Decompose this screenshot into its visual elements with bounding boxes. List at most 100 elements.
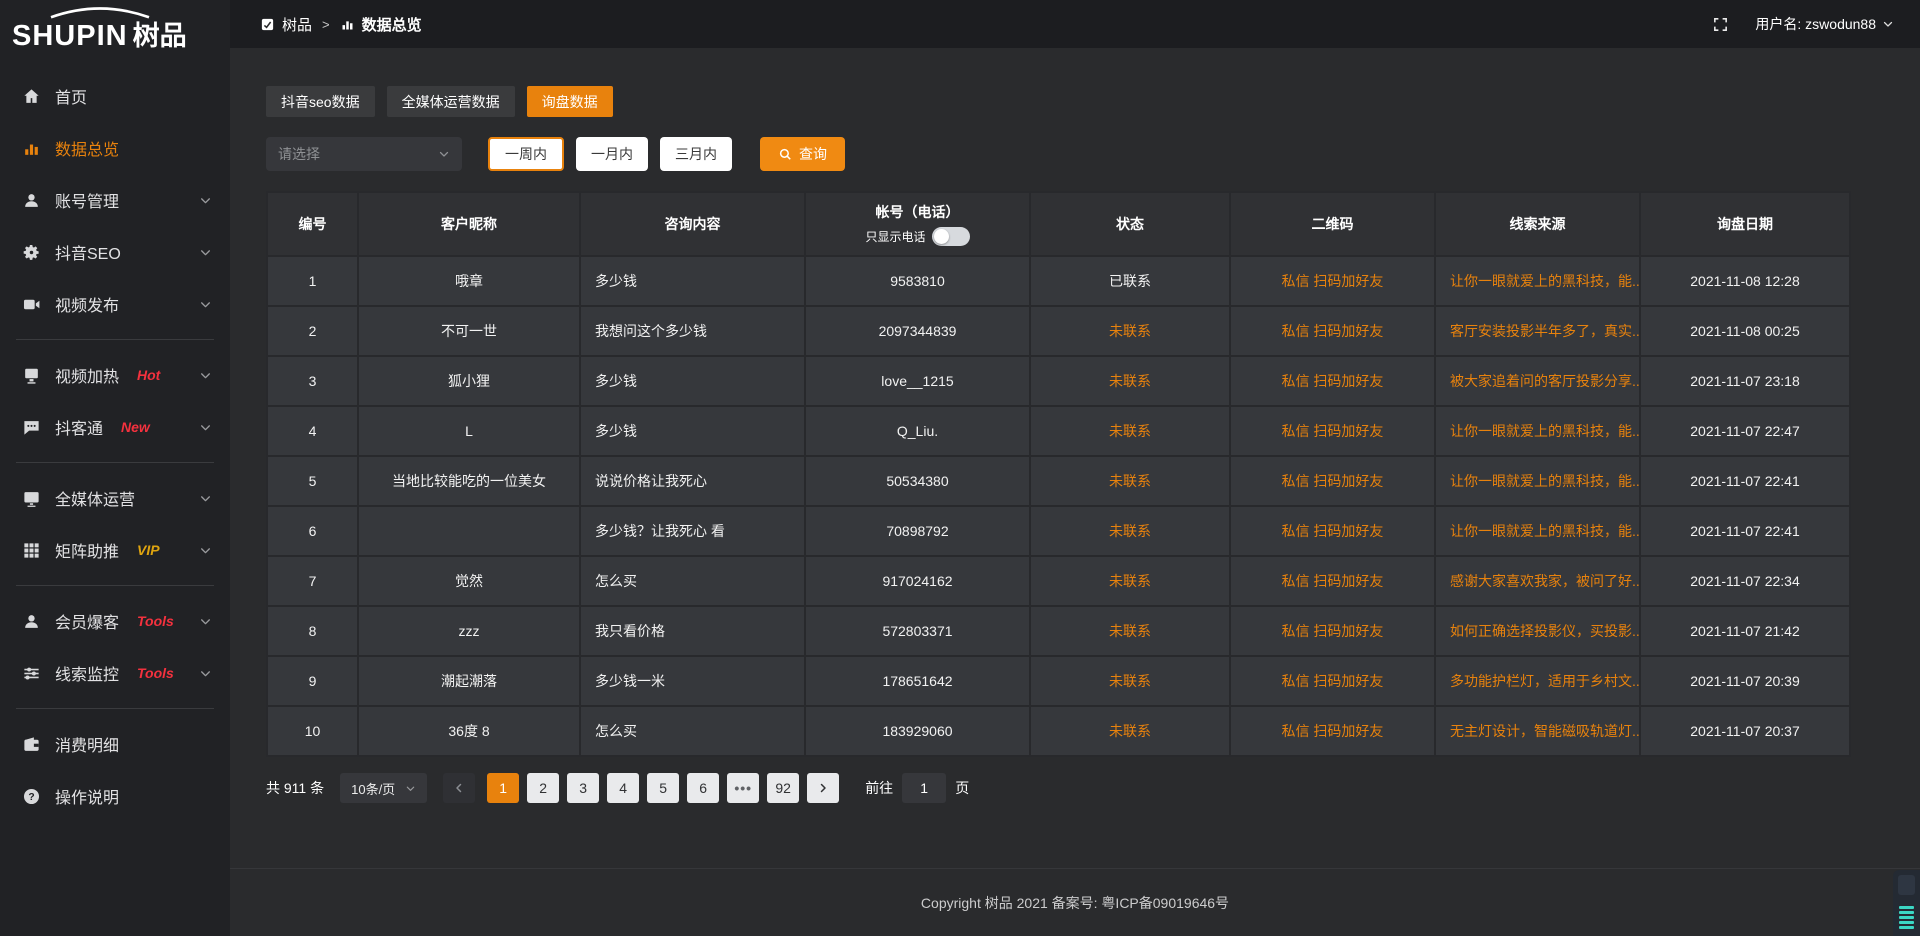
- cell-content: 多少钱？让我死心 看: [580, 506, 805, 556]
- cell-source-link[interactable]: 让你一眼就爱上的黑科技，能...: [1435, 256, 1640, 306]
- fullscreen-icon[interactable]: [1712, 16, 1729, 33]
- cell-qr-links[interactable]: 私信 扫码加好友: [1230, 606, 1435, 656]
- cell-qr-links[interactable]: 私信 扫码加好友: [1230, 256, 1435, 306]
- pagination: 共 911 条 10条/页 123456•••92 前往 页: [266, 773, 1884, 803]
- sidebar-item-media-operation[interactable]: 全媒体运营: [0, 472, 230, 524]
- page-button-2[interactable]: 2: [527, 773, 559, 803]
- cell-qr-links[interactable]: 私信 扫码加好友: [1230, 356, 1435, 406]
- username-label: 用户名:: [1755, 14, 1801, 34]
- cell-qr-links[interactable]: 私信 扫码加好友: [1230, 506, 1435, 556]
- sidebar-item-account-management[interactable]: 账号管理: [0, 174, 230, 226]
- sidebar-item-data-overview[interactable]: 数据总览: [0, 122, 230, 174]
- page-button-1[interactable]: 1: [487, 773, 519, 803]
- sidebar-item-home[interactable]: 首页: [0, 70, 230, 122]
- page-button-5[interactable]: 5: [647, 773, 679, 803]
- sidebar-item-operation-guide[interactable]: ?操作说明: [0, 770, 230, 822]
- cell-content: 我只看价格: [580, 606, 805, 656]
- chevron-down-icon: [199, 615, 212, 628]
- chevron-left-icon: [453, 782, 465, 794]
- chevron-down-icon: [199, 369, 212, 382]
- breadcrumb-app-icon: [260, 17, 275, 32]
- cell-id: 9: [267, 656, 358, 706]
- floating-widget[interactable]: [1893, 870, 1920, 936]
- range-buttons: 一周内一月内三月内: [488, 137, 732, 171]
- sidebar-item-label: 视频发布: [55, 292, 119, 316]
- sidebar-item-video-publish[interactable]: 视频发布: [0, 278, 230, 330]
- range-button-three-months[interactable]: 三月内: [660, 137, 732, 171]
- sidebar-item-member-baoke[interactable]: 会员爆客Tools: [0, 595, 230, 647]
- cell-qr-links[interactable]: 私信 扫码加好友: [1230, 406, 1435, 456]
- sidebar-item-label: 全媒体运营: [55, 486, 135, 510]
- cell-source-link[interactable]: 无主灯设计，智能磁吸轨道灯...: [1435, 706, 1640, 756]
- sidebar-item-clue-monitor[interactable]: 线索监控Tools: [0, 647, 230, 699]
- cell-source-link[interactable]: 让你一眼就爱上的黑科技，能...: [1435, 456, 1640, 506]
- prev-page-button[interactable]: [443, 773, 475, 803]
- cell-source-link[interactable]: 让你一眼就爱上的黑科技，能...: [1435, 506, 1640, 556]
- cell-source-link[interactable]: 感谢大家喜欢我家，被问了好...: [1435, 556, 1640, 606]
- next-page-button[interactable]: [807, 773, 839, 803]
- tab-media-operation-data[interactable]: 全媒体运营数据: [387, 86, 515, 117]
- page-button-4[interactable]: 4: [607, 773, 639, 803]
- cell-date: 2021-11-07 22:47: [1640, 406, 1850, 456]
- sidebar-item-consumption-detail[interactable]: 消费明细: [0, 718, 230, 770]
- sidebar-item-video-heat[interactable]: 视频加热Hot: [0, 349, 230, 401]
- floating-widget-panel: [1898, 875, 1915, 895]
- goto-page: 前往 页: [865, 773, 969, 803]
- cell-source-link[interactable]: 被大家追着问的客厅投影分享...: [1435, 356, 1640, 406]
- page-button-92[interactable]: 92: [767, 773, 799, 803]
- cell-nickname: L: [358, 406, 580, 456]
- cell-content: 怎么买: [580, 556, 805, 606]
- cell-source-link[interactable]: 让你一眼就爱上的黑科技，能...: [1435, 406, 1640, 456]
- cell-qr-links[interactable]: 私信 扫码加好友: [1230, 706, 1435, 756]
- table-row: 6多少钱？让我死心 看70898792未联系私信 扫码加好友让你一眼就爱上的黑科…: [267, 506, 1850, 556]
- chevron-down-icon[interactable]: [1882, 18, 1894, 30]
- sidebar-item-douketong[interactable]: 抖客通New: [0, 401, 230, 453]
- cell-date: 2021-11-07 22:41: [1640, 506, 1850, 556]
- cell-source-link[interactable]: 客厅安装投影半年多了，真实...: [1435, 306, 1640, 356]
- cell-id: 1: [267, 256, 358, 306]
- toggle-knob: [934, 229, 949, 244]
- page-size-select[interactable]: 10条/页: [340, 773, 427, 803]
- cell-nickname: 当地比较能吃的一位美女: [358, 456, 580, 506]
- cell-qr-links[interactable]: 私信 扫码加好友: [1230, 456, 1435, 506]
- cell-qr-links[interactable]: 私信 扫码加好友: [1230, 656, 1435, 706]
- user-area: 用户名: zswodun88: [1712, 14, 1894, 34]
- tab-douyin-seo-data[interactable]: 抖音seo数据: [266, 86, 375, 117]
- cell-nickname: 潮起潮落: [358, 656, 580, 706]
- page-list: 123456 ••• 92: [487, 773, 799, 803]
- range-button-one-month[interactable]: 一月内: [576, 137, 648, 171]
- search-button[interactable]: 查询: [760, 137, 845, 171]
- chevron-down-icon: [199, 194, 212, 207]
- grid-icon: [22, 541, 41, 560]
- table-row: 5当地比较能吃的一位美女说说价格让我死心50534380未联系私信 扫码加好友让…: [267, 456, 1850, 506]
- sidebar-item-matrix-boost[interactable]: 矩阵助推VIP: [0, 524, 230, 576]
- cell-account: 178651642: [805, 656, 1030, 706]
- cell-content: 说说价格让我死心: [580, 456, 805, 506]
- cell-source-link[interactable]: 多功能护栏灯，适用于乡村文...: [1435, 656, 1640, 706]
- cell-date: 2021-11-07 23:18: [1640, 356, 1850, 406]
- phone-only-toggle[interactable]: [932, 227, 970, 246]
- username-value[interactable]: zswodun88: [1805, 16, 1876, 32]
- sidebar-item-label: 抖音SEO: [55, 240, 121, 264]
- goto-page-input[interactable]: [902, 773, 946, 803]
- cell-content: 多少钱一米: [580, 656, 805, 706]
- menu-divider: [16, 585, 214, 586]
- filter-select[interactable]: 请选择: [266, 137, 462, 171]
- cell-date: 2021-11-08 00:25: [1640, 306, 1850, 356]
- sidebar-item-douyin-seo[interactable]: 抖音SEO: [0, 226, 230, 278]
- page-button-6[interactable]: 6: [687, 773, 719, 803]
- cell-id: 3: [267, 356, 358, 406]
- cell-id: 2: [267, 306, 358, 356]
- table-row: 1哦章多少钱9583810已联系私信 扫码加好友让你一眼就爱上的黑科技，能...…: [267, 256, 1850, 306]
- cell-source-link[interactable]: 如何正确选择投影仪，买投影...: [1435, 606, 1640, 656]
- page-ellipsis[interactable]: •••: [727, 773, 759, 803]
- logo-text-en: SHUPIN: [12, 22, 128, 51]
- breadcrumb-item-home[interactable]: 树品: [282, 14, 312, 35]
- range-button-one-week[interactable]: 一周内: [488, 137, 564, 171]
- col-date: 询盘日期: [1640, 192, 1850, 256]
- tab-inquiry-data[interactable]: 询盘数据: [527, 86, 613, 117]
- cell-content: 怎么买: [580, 706, 805, 756]
- cell-qr-links[interactable]: 私信 扫码加好友: [1230, 556, 1435, 606]
- page-button-3[interactable]: 3: [567, 773, 599, 803]
- cell-qr-links[interactable]: 私信 扫码加好友: [1230, 306, 1435, 356]
